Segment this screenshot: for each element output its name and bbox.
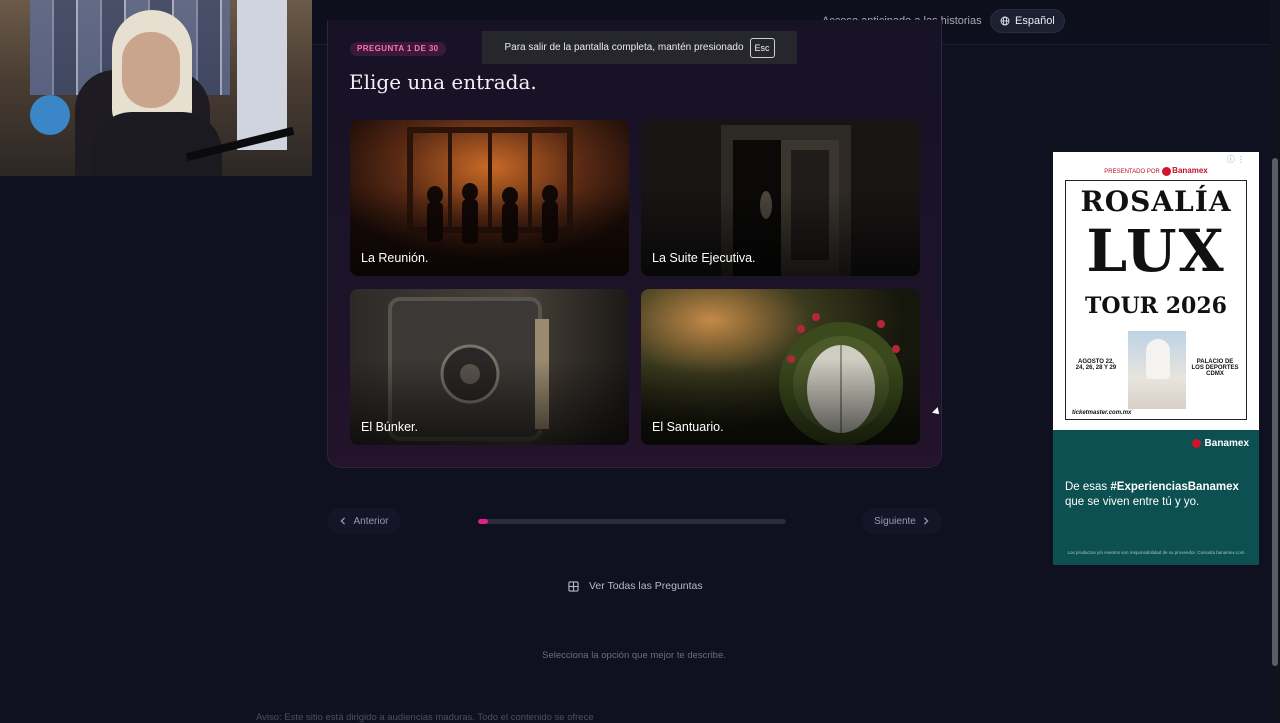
scrollbar-thumb[interactable] [1272,158,1278,666]
next-question-button[interactable]: Siguiente [862,508,942,534]
language-selector-button[interactable]: Español [990,9,1065,33]
ad-sponsor-panel: Banamex De esas #ExperienciasBanamex que… [1053,430,1259,565]
previous-label: Anterior [353,515,389,527]
page-scrollbar[interactable] [1270,0,1280,720]
esc-key-hint: Esc [749,37,775,58]
next-label: Siguiente [874,515,916,527]
age-disclaimer: Aviso: Este sitio está dirigido a audien… [256,712,594,723]
option-card-la-suite-ejecutiva[interactable]: La Suite Ejecutiva. [641,120,920,276]
option-label: La Reunión. [361,251,429,265]
webcam-overlay [0,0,312,176]
ad-slogan: De esas #ExperienciasBanamex que se vive… [1065,481,1239,508]
option-card-el-bunker[interactable]: El Búnker. [350,289,629,445]
ad-venue: PALACIO DE LOS DEPORTES CDMX [1191,359,1239,377]
ad-fine-print: Los productos y/o eventos son responsabi… [1067,550,1245,555]
toast-message: Para salir de la pantalla completa, mant… [504,42,744,53]
previous-question-button[interactable]: Anterior [327,508,401,534]
ad-ticket-site: ticketmaster.com.mx [1072,410,1132,416]
view-all-questions-label: Ver Todas las Preguntas [589,580,703,592]
question-counter-badge: PREGUNTA 1 DE 30 [350,42,446,56]
ad-presented-by: PRESENTADO POR Banamex [1104,166,1208,176]
ad-poster: ROSALÍA LUX TOUR 2026 AGOSTO 22, 24, 26,… [1065,180,1247,420]
progress-fill [478,519,489,524]
option-label: El Santuario. [652,420,724,434]
ad-dates: AGOSTO 22, 24, 26, 28 Y 29 [1075,359,1117,371]
ad-headline-tour-name: LUX [1086,217,1226,285]
selection-hint: Selecciona la opción que mejor te descri… [542,650,726,661]
question-title: Elige una entrada. [349,70,537,94]
option-label: La Suite Ejecutiva. [652,251,756,265]
banner-advertisement[interactable]: ⓘ ⋮ PRESENTADO POR Banamex ROSALÍA LUX T… [1053,152,1259,565]
option-card-el-santuario[interactable]: El Santuario. [641,289,920,445]
chevron-left-icon [340,517,346,525]
language-label: Español [1015,15,1055,27]
ad-headline-tour-year: TOUR 2026 [1085,293,1227,319]
banamex-logo-icon [1161,166,1171,176]
fullscreen-exit-toast: Para salir de la pantalla completa, mant… [482,31,797,64]
view-all-questions-button[interactable]: Ver Todas las Preguntas [568,580,703,592]
grid-icon [568,580,579,592]
ad-info-icon[interactable]: ⓘ ⋮ [1227,154,1245,165]
chevron-right-icon [923,517,929,525]
ad-headline-artist: ROSALÍA [1080,185,1232,218]
option-label: El Búnker. [361,420,418,434]
globe-icon [1000,16,1010,26]
banamex-logo-icon [1191,439,1201,448]
artist-photo [1128,331,1186,409]
banamex-brand: Banamex [1191,438,1249,449]
quiz-progress-bar [478,519,786,524]
option-card-la-reunion[interactable]: La Reunión. [350,120,629,276]
